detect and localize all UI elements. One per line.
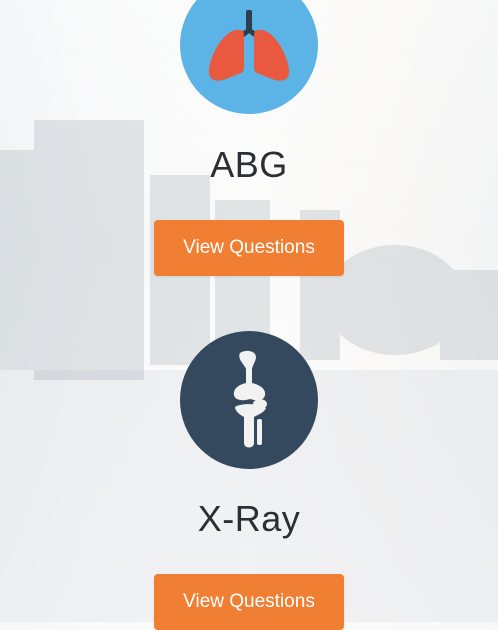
x-ray-icon-circle: [180, 331, 318, 469]
abg-view-questions-button[interactable]: View Questions: [154, 220, 344, 276]
abg-icon-circle: [180, 0, 318, 114]
knee-joint-icon: [233, 350, 267, 448]
lungs-icon: [208, 10, 290, 81]
abg-title: ABG: [210, 144, 288, 185]
x-ray-title: X-Ray: [197, 498, 301, 539]
